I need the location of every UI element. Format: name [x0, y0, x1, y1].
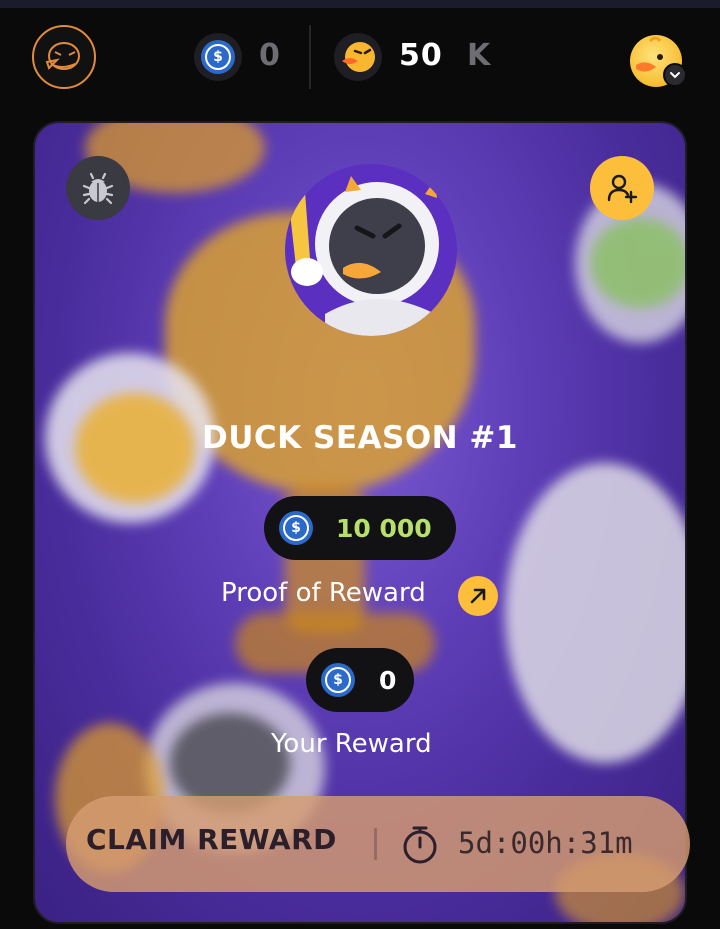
duck-logo-icon[interactable] [32, 25, 96, 89]
countdown-timer: 5d:00h:31m [458, 826, 633, 860]
arrow-up-right-icon [470, 588, 486, 604]
season-hero-image [285, 164, 457, 336]
add-user-icon [607, 174, 638, 204]
eggs-balance: 50 [399, 38, 443, 73]
prize-pool-value: 10 000 [336, 513, 432, 543]
duck-token-icon [334, 33, 382, 81]
bg-duck-right [505, 463, 685, 763]
bug-report-button[interactable] [66, 156, 130, 220]
bug-icon [82, 172, 114, 205]
usdc-coin-icon: $ [321, 663, 355, 697]
header-divider [309, 25, 311, 89]
invite-friend-button[interactable] [590, 156, 654, 220]
claim-reward-button[interactable]: CLAIM REWARD [86, 823, 337, 856]
usdc-balance: 0 [259, 38, 281, 73]
proof-of-reward-link[interactable]: Proof of Reward [221, 578, 426, 608]
your-reward-label: Your Reward [271, 729, 432, 759]
season-title: DUCK SEASON #1 [202, 420, 518, 456]
your-reward-pill: $ 0 [306, 648, 414, 712]
proof-of-reward-button[interactable] [458, 576, 498, 616]
usdc-coin-icon: $ [279, 511, 313, 545]
bg-duck-right-top-face [590, 218, 685, 308]
claim-divider [374, 828, 377, 860]
your-reward-value: 0 [379, 665, 397, 695]
usdc-coin-icon: $ [194, 33, 242, 81]
top-header: $ 0 50 K [0, 8, 720, 108]
prize-pool-pill: $ 10 000 [264, 496, 456, 560]
eggs-suffix: K [467, 38, 492, 73]
chevron-down-icon[interactable] [663, 63, 687, 87]
timer-icon [403, 826, 437, 864]
top-strip [0, 0, 720, 8]
